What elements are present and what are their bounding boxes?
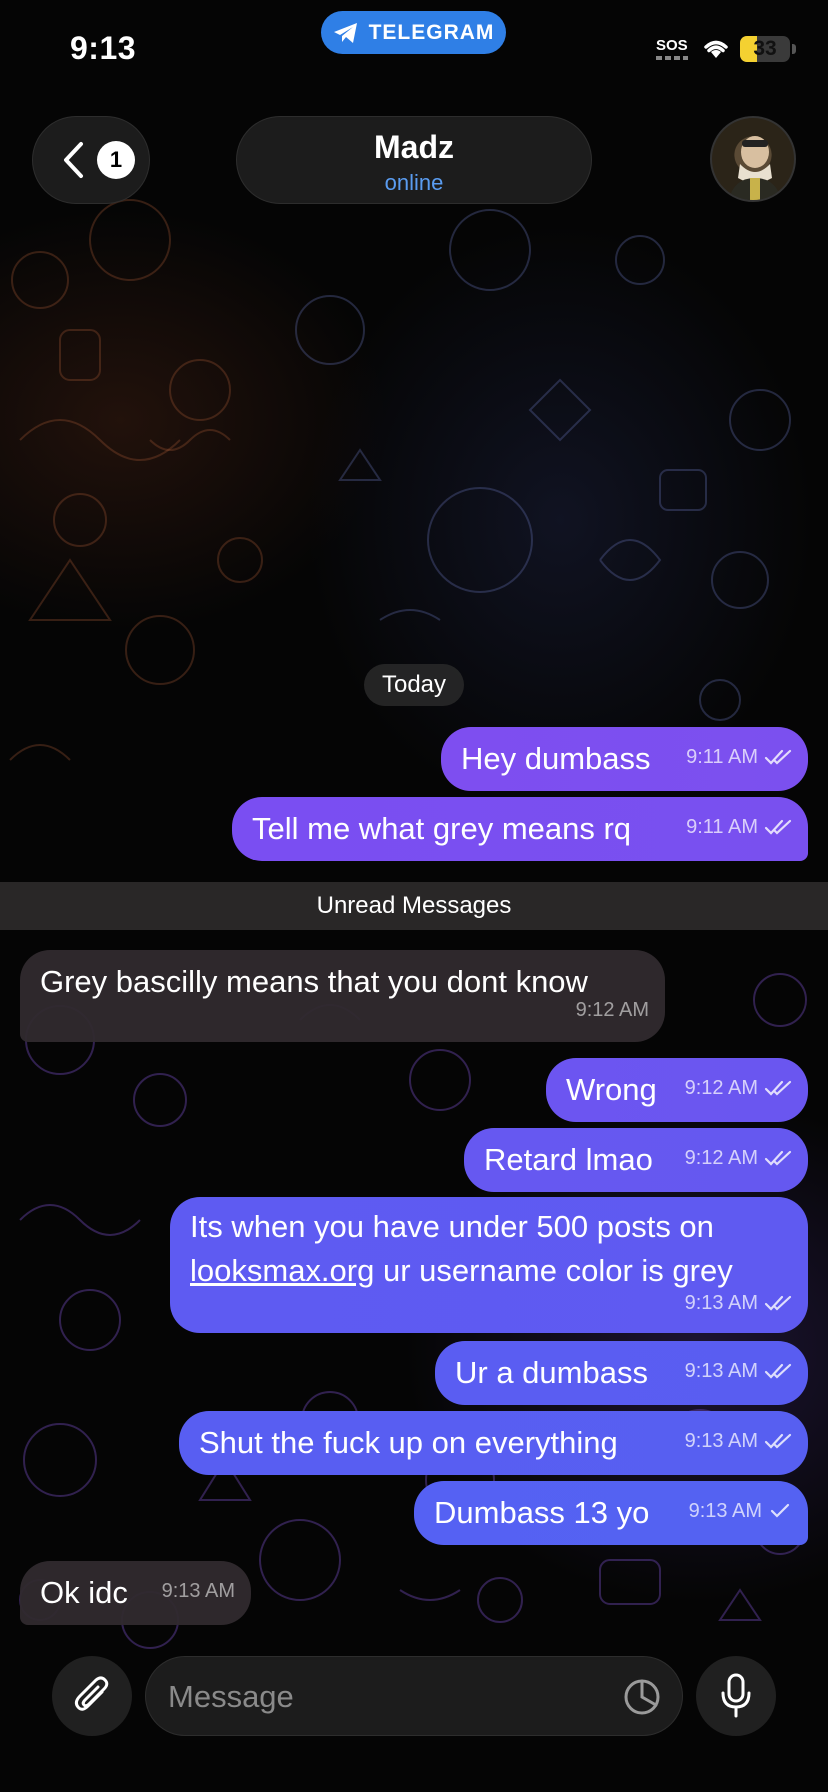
message-time: 9:12 AM	[575, 999, 649, 1021]
microphone-button[interactable]	[696, 1656, 776, 1736]
read-checks-icon	[764, 1150, 792, 1166]
message-bubble-outgoing[interactable]: Wrong 9:12 AM	[546, 1058, 808, 1122]
message-text: Dumbass 13 yo	[434, 1495, 650, 1530]
message-time: 9:12 AM	[684, 1147, 758, 1169]
message-text: Tell me what grey means rq	[252, 811, 632, 846]
chat-status: online	[384, 170, 444, 195]
message-text: Hey dumbass	[461, 741, 651, 776]
chat-name: Madz	[374, 129, 454, 165]
read-checks-icon	[764, 819, 792, 835]
telegram-plane-icon	[333, 22, 357, 43]
avatar-image	[728, 136, 782, 200]
message-time: 9:13 AM	[161, 1580, 235, 1602]
message-time: 9:13 AM	[688, 1500, 762, 1522]
message-bubble-outgoing[interactable]: Tell me what grey means rq 9:11 AM	[232, 797, 808, 861]
message-text-part: ur username color is grey	[374, 1253, 733, 1288]
battery-indicator: 33	[740, 36, 790, 62]
message-time: 9:12 AM	[684, 1077, 758, 1099]
message-text: Wrong	[566, 1072, 657, 1107]
message-bubble-outgoing[interactable]: Hey dumbass 9:11 AM	[441, 727, 808, 791]
message-time: 9:13 AM	[684, 1360, 758, 1382]
message-bubble-outgoing[interactable]: Retard lmao 9:12 AM	[464, 1128, 808, 1192]
message-link[interactable]: looksmax.org	[190, 1253, 374, 1288]
paperclip-icon	[74, 1676, 109, 1711]
message-bubble-outgoing[interactable]: Ur a dumbass 9:13 AM	[435, 1341, 808, 1405]
read-checks-icon	[764, 1363, 792, 1379]
telegram-app-pill[interactable]: TELEGRAM	[321, 11, 506, 54]
wifi-icon	[704, 40, 728, 58]
message-input-container[interactable]	[145, 1656, 683, 1736]
status-time: 9:13	[70, 30, 137, 66]
sos-indicator: SOS	[656, 37, 688, 54]
date-chip: Today	[364, 664, 464, 706]
message-time: 9:11 AM	[686, 746, 758, 768]
telegram-pill-label: TELEGRAM	[368, 20, 495, 44]
message-bubble-incoming[interactable]: Grey bascilly means that you dont know 9…	[20, 950, 665, 1042]
read-checks-icon	[764, 749, 792, 765]
message-time: 9:11 AM	[686, 816, 758, 838]
message-input[interactable]	[168, 1675, 588, 1719]
message-text: Shut the fuck up on everything	[199, 1425, 618, 1460]
chat-title[interactable]: Madz online	[236, 116, 592, 204]
read-checks-icon	[764, 1433, 792, 1449]
microphone-icon	[721, 1673, 751, 1718]
message-bubble-outgoing[interactable]: Its when you have under 500 posts on loo…	[170, 1197, 808, 1333]
battery-nub	[792, 44, 796, 54]
message-text: Retard lmao	[484, 1142, 653, 1177]
sent-check-icon	[770, 1503, 790, 1518]
message-text-part: Its when you have under 500 posts on	[190, 1209, 714, 1244]
read-checks-icon	[764, 1295, 792, 1311]
status-bar: 9:13 TELEGRAM SOS 33	[0, 0, 828, 100]
sticker-icon[interactable]	[622, 1677, 662, 1717]
message-text: Ok idc	[40, 1575, 128, 1610]
attach-button[interactable]	[52, 1656, 132, 1736]
message-text: Grey bascilly means that you dont know	[40, 964, 588, 999]
unread-messages-divider: Unread Messages	[0, 882, 828, 930]
message-bubble-outgoing[interactable]: Dumbass 13 yo 9:13 AM	[414, 1481, 808, 1545]
message-bubble-incoming[interactable]: Ok idc 9:13 AM	[20, 1561, 251, 1625]
unread-count-badge: 1	[97, 141, 135, 179]
battery-level: 33	[753, 37, 777, 60]
message-time: 9:13 AM	[684, 1292, 758, 1314]
chevron-left-icon	[64, 142, 83, 178]
message-time: 9:13 AM	[684, 1430, 758, 1452]
signal-dots	[656, 56, 688, 60]
message-bubble-outgoing[interactable]: Shut the fuck up on everything 9:13 AM	[179, 1411, 808, 1475]
back-button[interactable]: 1	[32, 116, 150, 204]
avatar[interactable]	[710, 116, 796, 202]
read-checks-icon	[764, 1080, 792, 1096]
message-text: Ur a dumbass	[455, 1355, 648, 1390]
